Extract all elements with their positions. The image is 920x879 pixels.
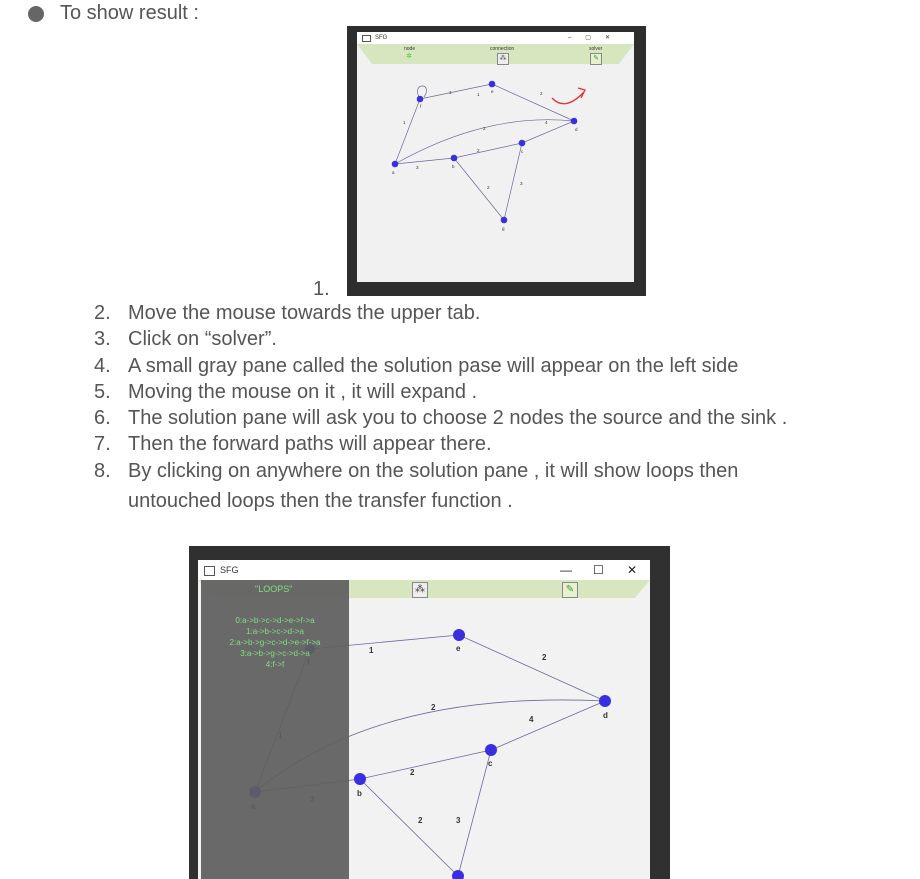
step-item: 8. By clicking on anywhere on the solutio…: [94, 459, 739, 482]
solution-pane[interactable]: "LOOPS" 0:a->b->c->d->e->f->a 1:a->b->c-…: [201, 580, 349, 879]
loop-item: 1:a->b->c->d->a: [246, 627, 304, 636]
edge-gain: 1: [477, 92, 480, 97]
edge-gain: 2: [542, 653, 547, 662]
step-item: 5. Moving the mouse on it , it will expan…: [94, 380, 478, 403]
graph-node-a[interactable]: [391, 160, 399, 168]
graph-node-e[interactable]: [453, 629, 465, 641]
node-label: c: [521, 149, 524, 154]
graph-node-c[interactable]: [518, 139, 526, 147]
edge-gain: 4: [545, 120, 548, 125]
screenshot-sfg-loops: SFG — ☐ ✕ ⁂ ✎ e d c b 1 2 2 4 2 2 3 "LOO…: [189, 546, 670, 879]
node-label: g: [502, 226, 505, 231]
step-item: 4. A small gray pane called the solution …: [94, 354, 739, 377]
edge-gain: 2: [431, 703, 436, 712]
step-item: 2. Move the mouse towards the upper tab.: [94, 302, 481, 324]
edge-gain: 1: [369, 646, 374, 655]
graph-node-d[interactable]: [570, 117, 578, 125]
annotation-arrow: [551, 91, 585, 105]
edge-gain: 1: [403, 120, 406, 125]
node-label: d: [575, 127, 578, 132]
step-item: 6. The solution pane will ask you to choo…: [94, 407, 788, 430]
node-label: f: [420, 104, 422, 109]
edge-gain: 2: [487, 185, 490, 190]
node-label: e: [456, 644, 461, 653]
graph-node-b[interactable]: [354, 773, 366, 785]
bullet-icon: [28, 5, 44, 22]
intro-text: To show result :: [60, 2, 199, 24]
node-label: c: [488, 759, 493, 768]
graph-node-g[interactable]: [500, 216, 508, 224]
graph-node-f[interactable]: [416, 95, 424, 103]
edge-gain: 2: [483, 126, 486, 131]
loop-item: 0:a->b->c->d->e->f->a: [235, 616, 315, 625]
loop-item: 3:a->b->g->c->d->a: [240, 649, 310, 658]
screenshot-sfg-overview: SFG –▢✕ node ✲ connection ⁂ solver ✎ f e…: [347, 26, 646, 296]
graph-node-b[interactable]: [450, 154, 458, 162]
step-item: 7. Then the forward paths will appear the…: [94, 433, 492, 456]
edge-gain: 2: [418, 816, 423, 825]
node-label: d: [603, 711, 608, 720]
intro-bullet: To show result :: [28, 2, 199, 25]
sfg-window: SFG — ☐ ✕ ⁂ ✎ e d c b 1 2 2 4 2 2 3 "LOO…: [198, 560, 650, 879]
edge-gain: 4: [529, 715, 534, 724]
loop-item: 2:a->b->g->c->d->e->f->a: [229, 638, 321, 647]
loops-title: "LOOPS": [255, 584, 293, 594]
graph-node-c[interactable]: [485, 744, 497, 756]
node-label: b: [452, 164, 455, 169]
step-item-continuation: untouched loops then the transfer functi…: [128, 490, 513, 513]
loop-item: 4:f->f: [265, 660, 285, 669]
edge-gain: 2: [410, 768, 415, 777]
list-number-1: 1.: [313, 278, 330, 300]
node-label: e: [491, 89, 494, 94]
instruction-steps: 2. Move the mouse towards the upper tab. …: [0, 300, 900, 518]
step-item: 3. Click on “solver”.: [94, 328, 277, 351]
edge-gain: 3: [520, 181, 523, 186]
node-label: b: [357, 789, 362, 798]
edge-gain: 2: [540, 91, 543, 96]
graph-node-e[interactable]: [488, 80, 496, 88]
sfg-window: SFG –▢✕ node ✲ connection ⁂ solver ✎ f e…: [357, 32, 634, 282]
sfg-graph-small: f e d c b a g 1 2 1 2 4 2 3 2 3 1: [391, 80, 586, 231]
edge-gain: 3: [416, 165, 419, 170]
node-label: a: [392, 170, 395, 175]
edge-gain: 3: [456, 816, 461, 825]
graph-node-d[interactable]: [599, 695, 611, 707]
